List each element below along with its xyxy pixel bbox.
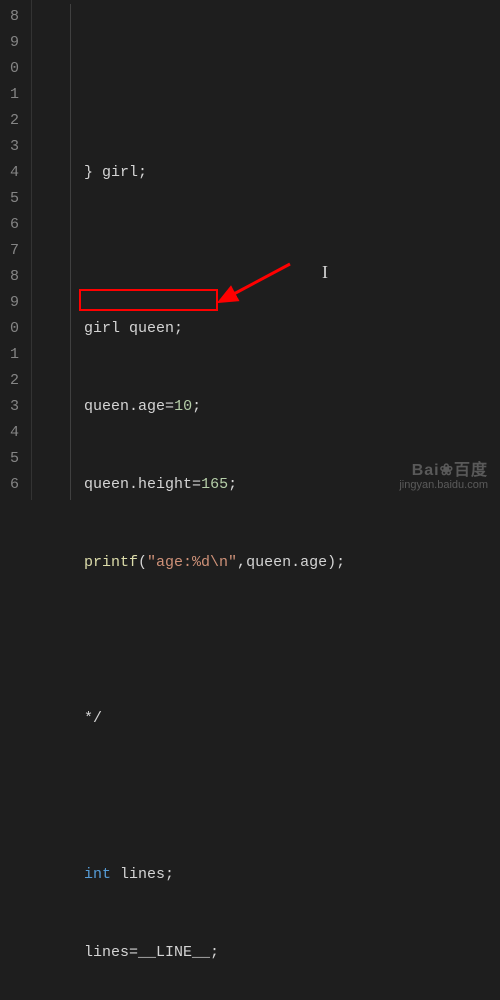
text-cursor-icon: I — [322, 262, 328, 283]
code-editor[interactable]: 8 9 0 1 2 3 4 5 6 7 8 9 0 1 2 3 4 5 6 } … — [0, 0, 500, 500]
code-line[interactable]: printf("age:%d\n",queen.age); — [36, 550, 500, 576]
watermark-logo: Bai❀百度 — [399, 464, 488, 478]
code-line[interactable]: int lines; — [36, 862, 500, 888]
line-number: 5 — [4, 446, 19, 472]
line-number: 4 — [4, 160, 19, 186]
line-number: 3 — [4, 134, 19, 160]
watermark: Bai❀百度 jingyan.baidu.com — [399, 464, 488, 492]
line-number: 3 — [4, 394, 19, 420]
line-number: 7 — [4, 238, 19, 264]
code-line[interactable] — [36, 628, 500, 654]
line-number: 8 — [4, 4, 19, 30]
line-number: 8 — [4, 264, 19, 290]
line-number: 9 — [4, 290, 19, 316]
line-number-gutter: 8 9 0 1 2 3 4 5 6 7 8 9 0 1 2 3 4 5 6 — [0, 0, 32, 500]
watermark-sub: jingyan.baidu.com — [399, 478, 488, 492]
line-number: 0 — [4, 316, 19, 342]
line-number: 9 — [4, 30, 19, 56]
code-line[interactable]: */ — [36, 706, 500, 732]
line-number: 0 — [4, 56, 19, 82]
line-number: 2 — [4, 368, 19, 394]
line-number: 6 — [4, 472, 19, 498]
line-number: 4 — [4, 420, 19, 446]
code-line[interactable] — [36, 82, 500, 108]
code-line[interactable]: } girl; — [36, 160, 500, 186]
line-number: 6 — [4, 212, 19, 238]
fold-guide — [70, 4, 71, 500]
code-line[interactable]: girl queen; — [36, 316, 500, 342]
line-number: 5 — [4, 186, 19, 212]
line-number: 1 — [4, 342, 19, 368]
line-number: 2 — [4, 108, 19, 134]
line-number: 1 — [4, 82, 19, 108]
code-line[interactable]: queen.age=10; — [36, 394, 500, 420]
code-area[interactable]: } girl; girl queen; queen.age=10; queen.… — [32, 0, 500, 500]
code-line[interactable] — [36, 784, 500, 810]
code-line[interactable]: lines=__LINE__; — [36, 940, 500, 966]
code-line[interactable] — [36, 238, 500, 264]
